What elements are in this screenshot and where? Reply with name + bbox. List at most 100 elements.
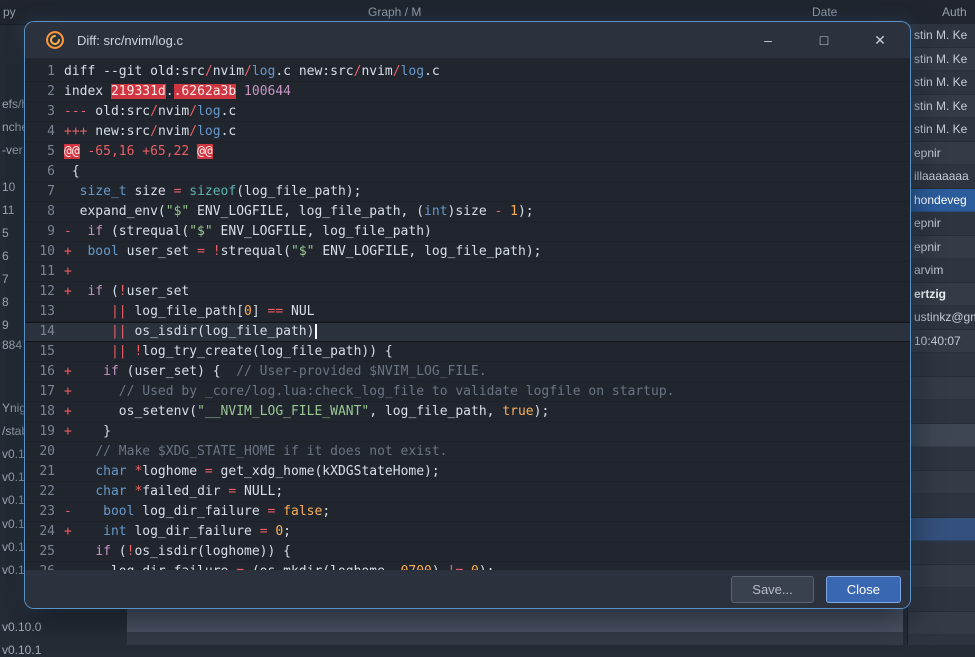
maximize-icon[interactable]: □ (816, 32, 832, 48)
commit-row[interactable] (908, 588, 975, 612)
ref-label[interactable]: -ver (2, 143, 23, 157)
ref-label[interactable]: 9 (2, 318, 9, 332)
commit-row[interactable]: epnir (908, 142, 975, 166)
commit-row[interactable]: illaaaaaaa (908, 165, 975, 189)
code-line[interactable]: 8 expand_env("$" ENV_LOGFILE, log_file_p… (25, 202, 910, 222)
ref-label[interactable]: v0.1 (2, 540, 25, 554)
code-text: log_dir_failure = (os_mkdir(loghome, 070… (55, 562, 495, 570)
code-line[interactable]: 16+ if (user_set) { // User-provided $NV… (25, 362, 910, 382)
commit-row[interactable] (908, 353, 975, 377)
commit-row[interactable]: stin M. Ke (908, 118, 975, 142)
commit-row[interactable] (908, 377, 975, 401)
line-number: 24 (25, 522, 55, 542)
ref-label[interactable]: 8 (2, 295, 9, 309)
code-line[interactable]: 21 char *loghome = get_xdg_home(kXDGStat… (25, 462, 910, 482)
code-text: + int log_dir_failure = 0; (55, 522, 291, 542)
code-line[interactable]: 11+ (25, 262, 910, 282)
code-text: if (!os_isdir(loghome)) { (55, 542, 291, 562)
graph-row-band (127, 632, 903, 645)
code-line[interactable]: 24+ int log_dir_failure = 0; (25, 522, 910, 542)
code-line[interactable]: 26 log_dir_failure = (os_mkdir(loghome, … (25, 562, 910, 570)
code-line[interactable]: 3--- old:src/nvim/log.c (25, 102, 910, 122)
code-line[interactable]: 5@@ -65,16 +65,22 @@ (25, 142, 910, 162)
save-button[interactable]: Save... (731, 576, 813, 603)
code-line[interactable]: 23- bool log_dir_failure = false; (25, 502, 910, 522)
commit-row[interactable] (908, 424, 975, 448)
commit-row[interactable] (908, 494, 975, 518)
code-line[interactable]: 2index 219331d..6262a3b 100644 (25, 82, 910, 102)
dialog-titlebar[interactable]: Diff: src/nvim/log.c – □ ✕ (25, 22, 910, 58)
code-line[interactable]: 12+ if (!user_set (25, 282, 910, 302)
close-button[interactable]: Close (826, 576, 901, 603)
line-number: 5 (25, 142, 55, 162)
code-text: diff --git old:src/nvim/log.c new:src/nv… (55, 62, 440, 82)
ref-label[interactable]: v0.1 (2, 563, 25, 577)
code-line[interactable]: 7 size_t size = sizeof(log_file_path); (25, 182, 910, 202)
ref-label[interactable]: v0.1 (2, 447, 25, 461)
line-number: 10 (25, 242, 55, 262)
ref-label[interactable]: 5 (2, 226, 9, 240)
code-line[interactable]: 25 if (!os_isdir(loghome)) { (25, 542, 910, 562)
close-window-icon[interactable]: ✕ (872, 32, 888, 48)
line-number: 8 (25, 202, 55, 222)
ref-label[interactable]: v0.1 (2, 470, 25, 484)
commit-row[interactable] (908, 400, 975, 424)
commit-row[interactable]: stin M. Ke (908, 24, 975, 48)
line-number: 19 (25, 422, 55, 442)
code-line[interactable]: 15 || !log_try_create(log_file_path)) { (25, 342, 910, 362)
ref-label[interactable]: v0.1 (2, 493, 25, 507)
commit-row[interactable] (908, 471, 975, 495)
ref-label[interactable]: 7 (2, 272, 9, 286)
code-line[interactable]: 20 // Make $XDG_STATE_HOME if it does no… (25, 442, 910, 462)
commit-row[interactable] (908, 518, 975, 542)
commit-row[interactable] (908, 541, 975, 565)
ref-label[interactable]: 10 (2, 180, 15, 194)
code-text: char *failed_dir = NULL; (55, 482, 283, 502)
ref-label[interactable]: 11 (2, 203, 14, 217)
ref-label[interactable]: 884 (2, 338, 22, 352)
line-number: 4 (25, 122, 55, 142)
code-line[interactable]: 13 || log_file_path[0] == NUL (25, 302, 910, 322)
code-line[interactable]: 4+++ new:src/nvim/log.c (25, 122, 910, 142)
code-text: expand_env("$" ENV_LOGFILE, log_file_pat… (55, 202, 534, 222)
ref-label[interactable]: 6 (2, 249, 9, 263)
line-number: 2 (25, 82, 55, 102)
commit-row[interactable]: stin M. Ke (908, 71, 975, 95)
commit-row[interactable] (908, 565, 975, 589)
code-text: index 219331d..6262a3b 100644 (55, 82, 291, 102)
commit-row[interactable]: ertzig (908, 283, 975, 307)
minimize-icon[interactable]: – (760, 32, 776, 48)
commit-row[interactable] (908, 612, 975, 636)
sublime-merge-logo-icon (45, 30, 65, 50)
code-text: + // Used by _core/log.lua:check_log_fil… (55, 382, 675, 402)
commit-row[interactable]: epnir (908, 212, 975, 236)
code-text: --- old:src/nvim/log.c (55, 102, 236, 122)
line-number: 21 (25, 462, 55, 482)
code-line[interactable]: 10+ bool user_set = !strequal("$" ENV_LO… (25, 242, 910, 262)
code-line[interactable]: 14 || os_isdir(log_file_path) (25, 322, 910, 342)
ref-label[interactable]: v0.10.0 (2, 620, 41, 634)
commit-row[interactable]: arvim (908, 259, 975, 283)
code-text: + (55, 262, 72, 282)
commit-row[interactable]: 10:40:07 (908, 330, 975, 354)
code-line[interactable]: 17+ // Used by _core/log.lua:check_log_f… (25, 382, 910, 402)
code-text: char *loghome = get_xdg_home(kXDGStateHo… (55, 462, 440, 482)
line-number: 13 (25, 302, 55, 322)
code-area[interactable]: 1diff --git old:src/nvim/log.c new:src/n… (25, 58, 910, 570)
commit-row[interactable]: ustinkz@gm (908, 306, 975, 330)
ref-label[interactable]: v0.10.1 (2, 643, 41, 657)
code-line[interactable]: 18+ os_setenv("__NVIM_LOG_FILE_WANT", lo… (25, 402, 910, 422)
code-line[interactable]: 6 { (25, 162, 910, 182)
code-text: + os_setenv("__NVIM_LOG_FILE_WANT", log_… (55, 402, 549, 422)
code-text: size_t size = sizeof(log_file_path); (55, 182, 361, 202)
commit-row[interactable]: stin M. Ke (908, 95, 975, 119)
code-line[interactable]: 1diff --git old:src/nvim/log.c new:src/n… (25, 62, 910, 82)
ref-label[interactable]: v0.1 (2, 517, 25, 531)
code-line[interactable]: 22 char *failed_dir = NULL; (25, 482, 910, 502)
commit-row[interactable]: hondeveg (908, 189, 975, 213)
commit-row[interactable] (908, 447, 975, 471)
code-line[interactable]: 9- if (strequal("$" ENV_LOGFILE, log_fil… (25, 222, 910, 242)
commit-row[interactable]: epnir (908, 236, 975, 260)
code-line[interactable]: 19+ } (25, 422, 910, 442)
commit-row[interactable]: stin M. Ke (908, 48, 975, 72)
